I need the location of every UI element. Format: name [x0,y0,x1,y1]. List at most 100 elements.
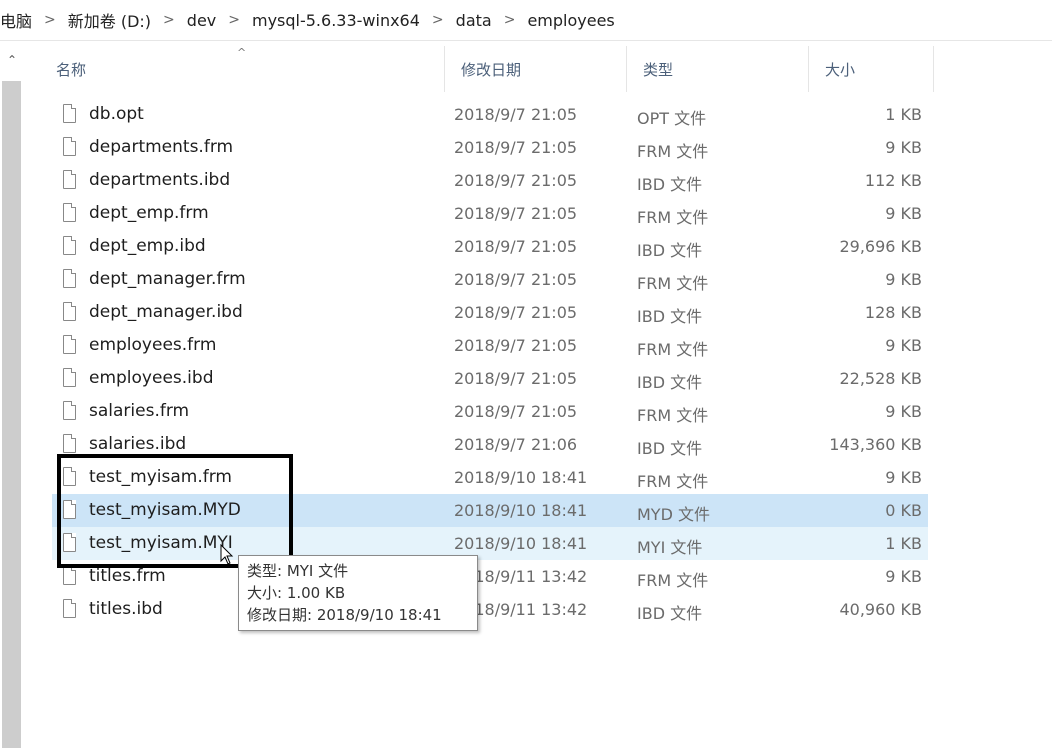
file-row[interactable]: dept_manager.frm 2018/9/7 21:05 FRM 文件 9… [52,263,928,296]
file-icon [63,269,76,288]
file-name: test_myisam.MYD [89,500,241,520]
file-row[interactable]: salaries.ibd 2018/9/7 21:06 IBD 文件 143,3… [52,428,928,461]
column-header-date[interactable]: 修改日期 [444,46,626,92]
chevron-right-icon: > [228,12,240,28]
file-row[interactable]: departments.ibd 2018/9/7 21:05 IBD 文件 11… [52,164,928,197]
file-row[interactable]: titles.frm 2018/9/11 13:42 FRM 文件 9 KB [52,560,928,593]
file-name: dept_manager.ibd [89,302,243,322]
file-type: IBD 文件 [637,604,703,623]
file-name: dept_emp.frm [89,203,209,223]
file-name: db.opt [89,104,144,124]
file-icon [63,137,76,156]
column-header-date-label: 修改日期 [461,60,522,79]
chevron-right-icon: > [431,12,444,28]
chevron-right-icon: > [503,12,516,28]
file-row[interactable]: db.opt 2018/9/7 21:05 OPT 文件 1 KB [52,98,928,131]
file-size: 9 KB [885,336,922,355]
navigation-pane: ⌃ [0,41,26,748]
file-icon [63,335,76,354]
file-size: 9 KB [885,204,922,223]
file-icon [63,302,76,321]
file-row[interactable]: dept_manager.ibd 2018/9/7 21:05 IBD 文件 1… [52,296,928,329]
file-size: 1 KB [885,105,922,124]
column-header-type[interactable]: 类型 [626,46,808,92]
file-size: 9 KB [885,138,922,157]
file-info-tooltip: 类型: MYI 文件 大小: 1.00 KB 修改日期: 2018/9/10 1… [238,555,478,631]
file-icon [63,599,76,618]
file-icon [63,368,76,387]
chevron-right-icon: > [44,12,56,28]
file-row[interactable]: dept_emp.ibd 2018/9/7 21:05 IBD 文件 29,69… [52,230,928,263]
file-date: 2018/9/7 21:05 [454,369,578,388]
breadcrumb-item-data[interactable]: data [452,11,496,30]
mouse-pointer-icon [220,544,234,565]
breadcrumb-item-drive[interactable]: 新加卷 (D:) [64,8,155,32]
file-date: 2018/9/10 18:41 [454,501,588,520]
file-row[interactable]: test_myisam.frm 2018/9/10 18:41 FRM 文件 9… [52,461,928,494]
sort-ascending-icon: ^ [237,46,247,59]
file-name: dept_emp.ibd [89,236,206,256]
breadcrumb-item-employees[interactable]: employees [523,11,618,30]
file-icon [63,236,76,255]
breadcrumb-item-pc[interactable]: 电脑 [0,8,36,32]
file-type: IBD 文件 [637,439,703,458]
file-type: FRM 文件 [637,142,709,161]
column-header-name-label: 名称 [56,60,87,79]
file-type: FRM 文件 [637,274,709,293]
file-size: 29,696 KB [839,237,922,256]
file-name: employees.frm [89,335,217,355]
file-icon [63,533,76,552]
file-icon [63,500,76,519]
file-type: IBD 文件 [637,241,703,260]
file-size: 128 KB [864,303,922,322]
file-icon [63,566,76,585]
column-header-type-label: 类型 [643,60,674,79]
file-name: departments.ibd [89,170,231,190]
file-size: 9 KB [885,402,922,421]
file-name: titles.ibd [89,599,163,619]
file-name: salaries.frm [89,401,190,421]
file-type: FRM 文件 [637,472,709,491]
file-size: 40,960 KB [839,600,922,619]
file-row[interactable]: titles.ibd 2018/9/11 13:42 IBD 文件 40,960… [52,593,928,626]
tooltip-type: 类型: MYI 文件 [247,562,349,580]
file-icon [63,203,76,222]
file-size: 9 KB [885,270,922,289]
column-header-size-label: 大小 [825,60,856,79]
file-row-hovered[interactable]: test_myisam.MYI 2018/9/10 18:41 MYI 文件 1… [52,527,928,560]
file-name: departments.frm [89,137,234,157]
file-type: MYD 文件 [637,505,710,524]
file-size: 22,528 KB [839,369,922,388]
file-type: IBD 文件 [637,307,703,326]
file-type: OPT 文件 [637,109,707,128]
file-icon [63,467,76,486]
file-row[interactable]: employees.ibd 2018/9/7 21:05 IBD 文件 22,5… [52,362,928,395]
file-type: FRM 文件 [637,340,709,359]
file-size: 112 KB [864,171,922,190]
file-row[interactable]: departments.frm 2018/9/7 21:05 FRM 文件 9 … [52,131,928,164]
column-header-size[interactable]: 大小 [808,46,934,92]
column-header-row: 名称 ^ 修改日期 类型 大小 [40,46,940,92]
file-name: titles.frm [89,566,166,586]
file-date: 2018/9/7 21:05 [454,171,578,190]
file-type: IBD 文件 [637,373,703,392]
file-size: 9 KB [885,567,922,586]
file-date: 2018/9/7 21:06 [454,435,578,454]
file-row[interactable]: salaries.frm 2018/9/7 21:05 FRM 文件 9 KB [52,395,928,428]
file-type: FRM 文件 [637,571,709,590]
navigation-scrollbar[interactable] [2,81,21,748]
file-row[interactable]: dept_emp.frm 2018/9/7 21:05 FRM 文件 9 KB [52,197,928,230]
file-icon [63,170,76,189]
file-list: db.opt 2018/9/7 21:05 OPT 文件 1 KB depart… [52,98,928,626]
file-size: 143,360 KB [829,435,922,454]
file-size: 9 KB [885,468,922,487]
breadcrumb-item-dev[interactable]: dev [183,11,220,30]
file-row[interactable]: employees.frm 2018/9/7 21:05 FRM 文件 9 KB [52,329,928,362]
scroll-up-arrow-icon[interactable]: ⌃ [4,53,20,69]
tooltip-date: 修改日期: 2018/9/10 18:41 [247,606,442,624]
address-bar[interactable]: 电脑 > 新加卷 (D:) > dev > mysql-5.6.33-winx6… [0,0,1052,41]
file-row-selected[interactable]: test_myisam.MYD 2018/9/10 18:41 MYD 文件 0… [52,494,928,527]
file-date: 2018/9/7 21:05 [454,402,578,421]
breadcrumb-item-mysql[interactable]: mysql-5.6.33-winx64 [248,11,424,30]
column-header-name[interactable]: 名称 ^ [40,46,444,92]
